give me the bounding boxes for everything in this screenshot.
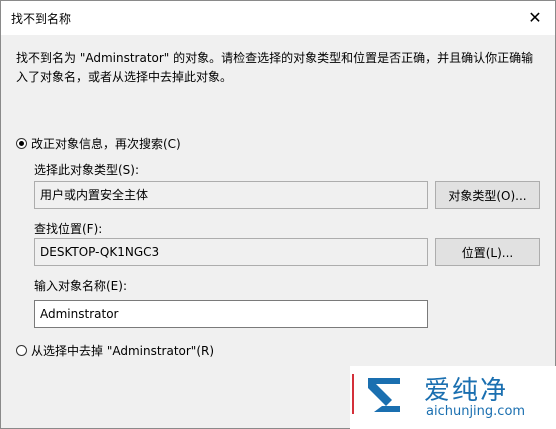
error-message: 找不到名为 "Adminstrator" 的对象。请检查选择的对象类型和位置是否… [16,49,541,87]
radio-remove-object[interactable]: 从选择中去掉 "Adminstrator"(R) [16,342,214,359]
object-name-input[interactable] [34,300,428,328]
watermark-red-bar [352,374,354,414]
radio-correct-info-label: 改正对象信息，再次搜索(C) [31,137,181,151]
title-bar: 找不到名称 ✕ [1,1,555,35]
watermark-url: aichunjing.com [426,404,526,419]
object-type-field: 用户或内置安全主体 [34,181,428,209]
object-name-label: 输入对象名称(E): [34,279,127,293]
close-icon: ✕ [528,7,542,27]
watermark-logo-icon [368,378,400,412]
dialog-window: 找不到名称 ✕ 找不到名为 "Adminstrator" 的对象。请检查选择的对… [0,0,556,429]
radio-correct-info[interactable]: 改正对象信息，再次搜索(C) [16,135,181,152]
window-title: 找不到名称 [11,12,72,26]
error-message-line-1: 找不到名为 "Adminstrator" 的对象。请检查选择的对象类型和位置是否… [16,51,534,65]
object-type-label: 选择此对象类型(S): [34,163,140,177]
location-label: 查找位置(F): [34,222,103,236]
radio-correct-info-indicator[interactable] [16,138,27,149]
error-message-line-2: 入了对象名，或者从选择中去掉此对象。 [16,70,233,84]
locations-button[interactable]: 位置(L)... [435,238,540,266]
watermark-title: 爱纯净 [424,376,509,406]
close-button[interactable]: ✕ [515,1,555,33]
object-types-button[interactable]: 对象类型(O)... [435,181,540,209]
radio-selected-dot [19,141,24,146]
watermark: 爱纯净 aichunjing.com [350,366,556,429]
radio-remove-object-indicator[interactable] [16,345,27,356]
radio-remove-object-label: 从选择中去掉 "Adminstrator"(R) [31,344,215,358]
location-field: DESKTOP-QK1NGC3 [34,238,428,266]
